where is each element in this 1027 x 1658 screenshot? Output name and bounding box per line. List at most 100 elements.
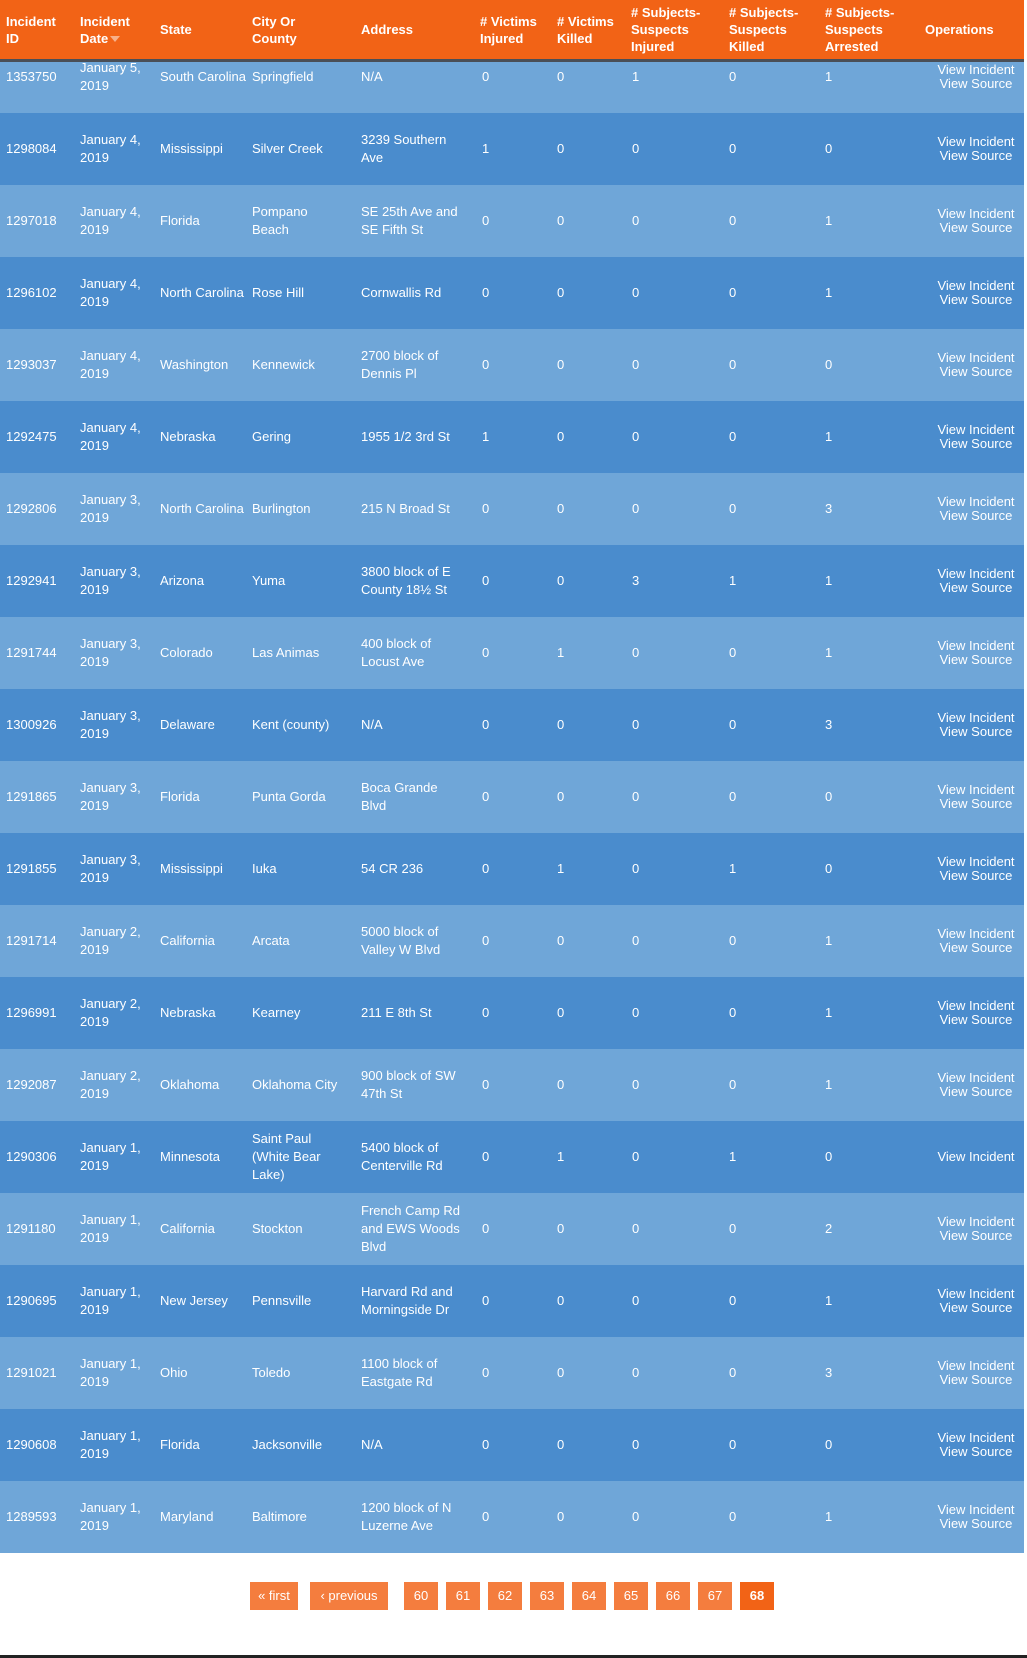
view-source-link[interactable]: View Source	[940, 365, 1013, 379]
cell-incident-date-text: January 2, 2019	[80, 924, 141, 957]
cell-state: Nebraska	[160, 401, 246, 473]
pager-page-button[interactable]: 66	[656, 1582, 690, 1610]
view-incident-link[interactable]: View Incident	[937, 495, 1014, 509]
view-incident-link[interactable]: View Incident	[937, 1150, 1014, 1164]
pager-page-button[interactable]: 63	[530, 1582, 564, 1610]
view-incident-link[interactable]: View Incident	[937, 279, 1014, 293]
pager-page-button[interactable]: 64	[572, 1582, 606, 1610]
pager-page-button[interactable]: 65	[614, 1582, 648, 1610]
view-incident-link[interactable]: View Incident	[937, 927, 1014, 941]
header-suspects-injured[interactable]: # Subjects-Suspects Injured	[631, 0, 717, 59]
view-incident-link[interactable]: View Incident	[937, 639, 1014, 653]
cell-victims-killed-text: 0	[557, 1005, 565, 1020]
cell-suspects-arrested: 1	[825, 977, 865, 1049]
cell-victims-killed: 0	[557, 761, 597, 833]
cell-state: North Carolina	[160, 473, 246, 545]
cell-suspects-killed: 0	[729, 329, 769, 401]
view-incident-link[interactable]: View Incident	[937, 1071, 1014, 1085]
cell-suspects-injured: 0	[632, 329, 672, 401]
cell-suspects-arrested: 1	[825, 617, 865, 689]
cell-incident-id: 1291180	[6, 1193, 72, 1265]
cell-operations: View Incident View Source	[932, 329, 1020, 401]
view-source-link[interactable]: View Source	[940, 797, 1013, 811]
view-incident-link[interactable]: View Incident	[937, 567, 1014, 581]
cell-suspects-killed: 0	[729, 1337, 769, 1409]
cell-incident-id: 1298084	[6, 113, 72, 185]
view-incident-link[interactable]: View Incident	[937, 351, 1014, 365]
view-incident-link[interactable]: View Incident	[937, 999, 1014, 1013]
view-incident-link[interactable]: View Incident	[937, 855, 1014, 869]
header-state[interactable]: State	[160, 0, 240, 59]
cell-suspects-arrested-text: 1	[825, 573, 833, 588]
view-source-link[interactable]: View Source	[940, 509, 1013, 523]
view-source-link[interactable]: View Source	[940, 221, 1013, 235]
view-incident-link[interactable]: View Incident	[937, 63, 1014, 77]
view-source-link[interactable]: View Source	[940, 653, 1013, 667]
view-incident-link[interactable]: View Incident	[937, 1359, 1014, 1373]
cell-state: Oklahoma	[160, 1049, 246, 1121]
cell-suspects-arrested: 0	[825, 833, 865, 905]
view-source-link[interactable]: View Source	[940, 293, 1013, 307]
view-incident-link[interactable]: View Incident	[937, 135, 1014, 149]
view-source-link[interactable]: View Source	[940, 149, 1013, 163]
cell-suspects-injured: 0	[632, 689, 672, 761]
pager-page-button[interactable]: 60	[404, 1582, 438, 1610]
view-source-link[interactable]: View Source	[940, 869, 1013, 883]
pager-previous-button[interactable]: ‹ previous	[310, 1582, 388, 1610]
cell-city-or-county: Stockton	[252, 1193, 348, 1265]
header-victims-killed[interactable]: # Victims Killed	[557, 0, 617, 59]
view-source-link[interactable]: View Source	[940, 1445, 1013, 1459]
cell-victims-killed-text: 0	[557, 213, 565, 228]
header-victims-injured[interactable]: # Victims Injured	[480, 0, 548, 59]
view-source-link[interactable]: View Source	[940, 1301, 1013, 1315]
cell-address-text: SE 25th Ave and SE Fifth St	[361, 204, 458, 237]
header-city-or-county[interactable]: City Or County	[252, 0, 342, 59]
header-incident-id[interactable]: Incident ID	[6, 0, 70, 59]
view-source-link[interactable]: View Source	[940, 1085, 1013, 1099]
header-suspects-killed[interactable]: # Subjects-Suspects Killed	[729, 0, 815, 59]
header-incident-date[interactable]: Incident Date	[80, 0, 150, 59]
cell-address: French Camp Rd and EWS Woods Blvd	[361, 1193, 463, 1265]
pager-first-button[interactable]: « first	[250, 1582, 298, 1610]
view-source-link[interactable]: View Source	[940, 1229, 1013, 1243]
cell-state-text: North Carolina	[160, 501, 244, 516]
view-incident-link[interactable]: View Incident	[937, 207, 1014, 221]
cell-suspects-injured: 0	[632, 1409, 672, 1481]
view-source-link[interactable]: View Source	[940, 437, 1013, 451]
cell-city-or-county: Kearney	[252, 977, 348, 1049]
table-row: 1300926 January 3, 2019 Delaware Kent (coun…	[0, 689, 1024, 761]
view-source-link[interactable]: View Source	[940, 77, 1013, 91]
view-incident-link[interactable]: View Incident	[937, 1431, 1014, 1445]
view-incident-link[interactable]: View Incident	[937, 1287, 1014, 1301]
cell-victims-injured-text: 0	[482, 501, 490, 516]
cell-victims-killed-text: 0	[557, 141, 565, 156]
cell-suspects-injured-text: 0	[632, 789, 640, 804]
view-incident-link[interactable]: View Incident	[937, 423, 1014, 437]
cell-incident-date-text: January 2, 2019	[80, 1068, 141, 1101]
view-source-link[interactable]: View Source	[940, 725, 1013, 739]
pager-page-button[interactable]: 67	[698, 1582, 732, 1610]
view-incident-link[interactable]: View Incident	[937, 1503, 1014, 1517]
cell-suspects-injured: 0	[632, 1121, 672, 1193]
cell-suspects-killed-text: 0	[729, 429, 737, 444]
cell-victims-injured: 0	[482, 545, 522, 617]
cell-victims-injured-text: 0	[482, 645, 490, 660]
cell-suspects-arrested-text: 1	[825, 1293, 833, 1308]
view-source-link[interactable]: View Source	[940, 941, 1013, 955]
view-incident-link[interactable]: View Incident	[937, 711, 1014, 725]
view-source-link[interactable]: View Source	[940, 1013, 1013, 1027]
pager-page-button[interactable]: 62	[488, 1582, 522, 1610]
cell-victims-killed: 0	[557, 257, 597, 329]
view-source-link[interactable]: View Source	[940, 1517, 1013, 1531]
view-source-link[interactable]: View Source	[940, 581, 1013, 595]
cell-incident-id: 1292087	[6, 1049, 72, 1121]
view-source-link[interactable]: View Source	[940, 1373, 1013, 1387]
pager-page-button[interactable]: 61	[446, 1582, 480, 1610]
view-incident-link[interactable]: View Incident	[937, 783, 1014, 797]
view-incident-link[interactable]: View Incident	[937, 1215, 1014, 1229]
cell-incident-id: 1291744	[6, 617, 72, 689]
cell-operations: View Incident View Source	[932, 1265, 1020, 1337]
header-address[interactable]: Address	[361, 0, 461, 59]
cell-state-text: Florida	[160, 1437, 200, 1452]
header-suspects-arrested[interactable]: # Subjects-Suspects Arrested	[825, 0, 911, 59]
